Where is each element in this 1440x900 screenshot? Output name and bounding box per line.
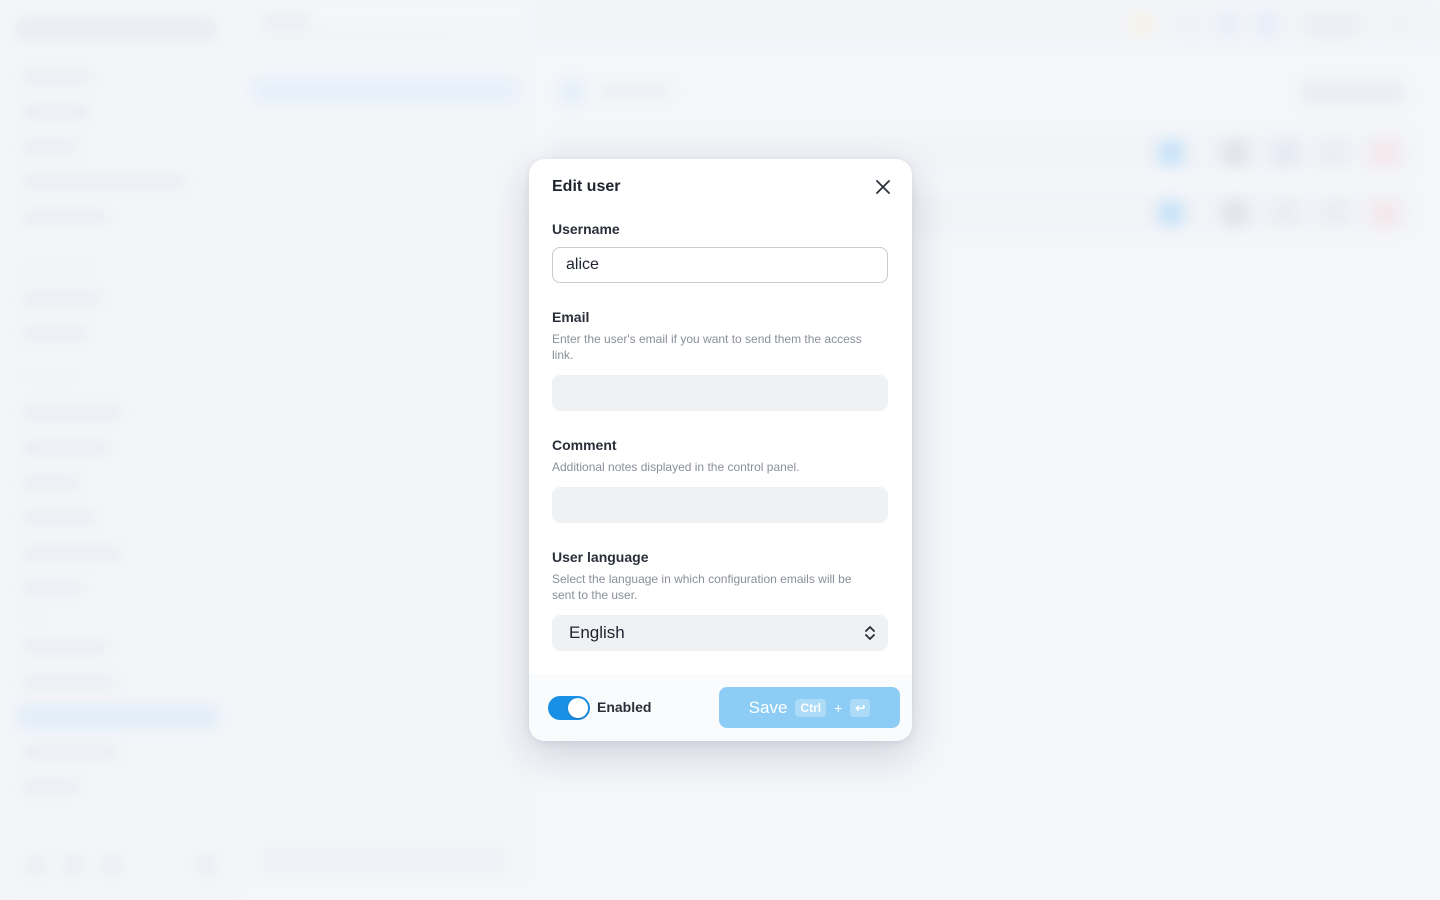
comment-hint: Additional notes displayed in the contro…: [552, 460, 800, 474]
comment-input[interactable]: [552, 487, 888, 523]
email-hint: Enter the user's email if you want to se…: [552, 332, 862, 362]
language-hint: Select the language in which configurati…: [552, 572, 852, 602]
toggle-knob: [568, 698, 588, 718]
email-label: Email: [552, 309, 590, 325]
shortcut-plus: +: [834, 699, 843, 716]
enabled-toggle[interactable]: [548, 696, 590, 720]
email-input[interactable]: [552, 375, 888, 411]
username-input[interactable]: [552, 247, 888, 283]
comment-label: Comment: [552, 437, 617, 453]
username-label: Username: [552, 221, 620, 237]
chevron-up-down-icon: [865, 626, 875, 640]
enabled-label: Enabled: [597, 699, 652, 715]
close-icon: [876, 180, 890, 194]
close-button[interactable]: [871, 175, 895, 199]
save-button[interactable]: Save Ctrl + ↩: [719, 687, 900, 728]
language-label: User language: [552, 549, 649, 565]
dialog-title: Edit user: [552, 178, 621, 195]
language-selected-value: English: [569, 623, 625, 642]
save-label: Save: [748, 697, 788, 717]
dialog-footer: Enabled Save Ctrl + ↩: [529, 674, 912, 741]
ctrl-key-badge: Ctrl: [795, 698, 827, 717]
edit-user-dialog: Edit user Username Email Enter the user'…: [529, 159, 912, 741]
language-select[interactable]: English: [552, 615, 888, 651]
enter-key-icon: ↩: [850, 698, 871, 717]
